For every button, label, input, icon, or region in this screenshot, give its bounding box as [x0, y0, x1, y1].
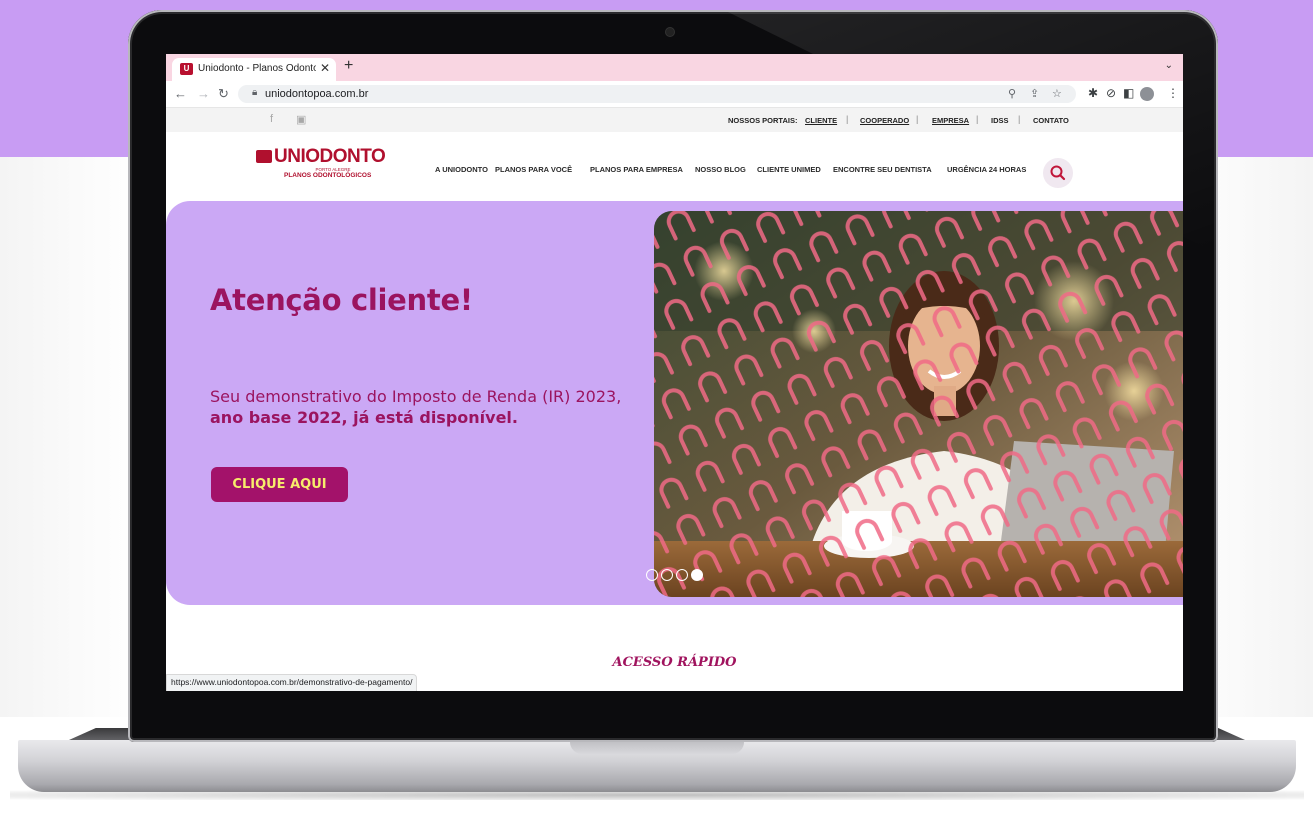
backdrop-left — [0, 157, 140, 717]
tab-title: Uniodonto - Planos Odontológ — [198, 63, 316, 74]
laptop-notch — [570, 740, 744, 754]
close-tab-icon[interactable]: ✕ — [320, 61, 330, 75]
nav-planos-voce[interactable]: PLANOS PARA VOCÊ — [495, 165, 572, 174]
menu-kebab-icon[interactable]: ⋮ — [1167, 86, 1179, 100]
nav-urgencia[interactable]: URGÊNCIA 24 HORAS — [947, 165, 1026, 174]
search-icon — [1050, 165, 1066, 181]
separator: | — [846, 114, 849, 124]
browser-toolbar: ← → ↻ 🔒︎ uniodontopoa.com.br ⚲ ⇪ ☆ ✱ ⊘ ◧… — [166, 81, 1183, 108]
camera-icon — [666, 28, 674, 36]
status-bar-url: https://www.uniodontopoa.com.br/demonstr… — [166, 674, 418, 691]
instagram-icon[interactable]: ▣ — [296, 113, 306, 126]
portal-link-empresa[interactable]: EMPRESA — [932, 116, 969, 125]
carousel-dot[interactable] — [661, 569, 673, 581]
nav-blog[interactable]: NOSSO BLOG — [695, 165, 746, 174]
back-icon[interactable]: ← — [174, 86, 187, 101]
profile-avatar[interactable] — [1140, 87, 1154, 101]
side-panel-icon[interactable]: ◧ — [1123, 86, 1134, 100]
hero-photo — [654, 211, 1183, 597]
url-text: uniodontopoa.com.br — [265, 88, 369, 100]
hero-photo-illustration — [654, 211, 1183, 597]
extension-icon[interactable]: ⊘ — [1106, 86, 1116, 100]
new-tab-button[interactable]: + — [344, 57, 353, 75]
zoom-icon[interactable]: ⚲ — [1008, 87, 1016, 100]
address-bar[interactable]: 🔒︎ uniodontopoa.com.br ⚲ ⇪ ☆ — [238, 85, 1076, 103]
forward-icon[interactable]: → — [197, 86, 210, 101]
carousel-dot[interactable] — [646, 569, 658, 581]
bookmark-star-icon[interactable]: ☆ — [1052, 87, 1062, 100]
favicon-icon: U — [180, 63, 193, 75]
separator: | — [916, 114, 919, 124]
nav-cliente-unimed[interactable]: CLIENTE UNIMED — [757, 165, 821, 174]
hero-text-line2: ano base 2022, já está disponível. — [210, 408, 518, 427]
cta-button[interactable]: CLIQUE AQUI — [211, 467, 348, 502]
lock-icon: 🔒︎ — [252, 87, 258, 98]
portal-link-idss[interactable]: IDSS — [991, 116, 1009, 125]
portal-link-cliente[interactable]: CLIENTE — [805, 116, 837, 125]
nav-encontre-dentista[interactable]: ENCONTRE SEU DENTISTA — [833, 165, 932, 174]
portais-label: NOSSOS PORTAIS: — [728, 116, 798, 125]
portal-link-contato[interactable]: CONTATO — [1033, 116, 1069, 125]
search-button[interactable] — [1043, 158, 1073, 188]
carousel-dot-active[interactable] — [691, 569, 703, 581]
web-page: f ▣ NOSSOS PORTAIS: CLIENTE | COOPERADO … — [166, 108, 1183, 691]
nav-planos-empresa[interactable]: PLANOS PARA EMPRESA — [590, 165, 683, 174]
hero-text-line1: Seu demonstrativo do Imposto de Renda (I… — [210, 387, 622, 406]
portal-link-cooperado[interactable]: COOPERADO — [860, 116, 909, 125]
reload-icon[interactable]: ↻ — [218, 86, 229, 102]
hero-title: Atenção cliente! — [210, 283, 473, 317]
separator: | — [1018, 114, 1021, 124]
site-logo[interactable]: UNIODONTO PORTO ALEGRE PLANOS ODONTOLÓGI… — [256, 146, 396, 179]
tab-bar: U Uniodonto - Planos Odontológ ✕ + ⌄ — [166, 54, 1183, 81]
hero-banner: Atenção cliente! Seu demonstrativo do Im… — [166, 201, 1183, 605]
extensions-icon[interactable]: ✱ — [1088, 86, 1098, 100]
site-header: UNIODONTO PORTO ALEGRE PLANOS ODONTOLÓGI… — [166, 132, 1183, 188]
logo-mark-icon — [256, 150, 272, 163]
browser-tab[interactable]: U Uniodonto - Planos Odontológ ✕ — [172, 58, 336, 81]
tab-search-icon[interactable]: ⌄ — [1165, 60, 1173, 71]
share-icon[interactable]: ⇪ — [1030, 87, 1039, 100]
logo-name: UNIODONTO — [274, 146, 386, 167]
nav-a-uniodonto[interactable]: A UNIODONTO — [435, 165, 488, 174]
carousel-dot[interactable] — [676, 569, 688, 581]
utility-bar: f ▣ NOSSOS PORTAIS: CLIENTE | COOPERADO … — [166, 108, 1183, 132]
browser-window: U Uniodonto - Planos Odontológ ✕ + ⌄ ← →… — [166, 54, 1183, 691]
facebook-icon[interactable]: f — [270, 113, 273, 125]
separator: | — [976, 114, 979, 124]
section-title-acesso-rapido: ACESSO RÁPIDO — [612, 655, 737, 670]
logo-tagline: PLANOS ODONTOLÓGICOS — [284, 172, 372, 179]
carousel-dots — [646, 569, 716, 583]
